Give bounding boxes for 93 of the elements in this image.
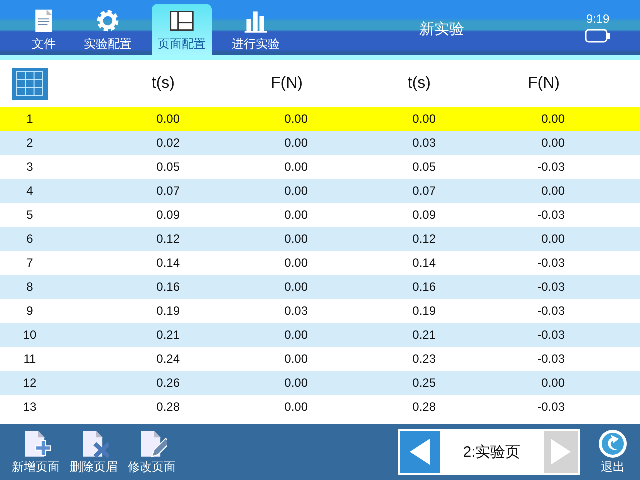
table-cell-text: 0.00 [156,112,181,126]
row-number: 12 [22,376,38,390]
table-cell-text: 0.00 [540,136,566,150]
table-cell-text: 0.26 [156,376,181,390]
table-cell-text: 0.21 [412,328,437,342]
table-cell-text: 0.28 [412,400,437,414]
row-number: 9 [26,304,34,318]
row-number: 1 [26,112,34,126]
table-row[interactable]: 8 0.16 0.00 0.16 -0.03 [0,275,640,299]
table-cell-text: 0.05 [156,160,181,174]
table-cell-text: 0.24 [156,352,181,366]
table-cell-text: 0.16 [156,280,181,294]
column-header: F(N) [527,74,561,92]
tab[interactable]: 页面配置 [152,4,212,55]
tab[interactable]: 进行实验 [226,4,286,55]
table-cell-text: -0.03 [536,256,566,270]
row-number: 2 [26,136,34,150]
table-cell-text: 0.00 [284,352,309,366]
table-row[interactable]: 4 0.07 0.00 0.07 0.00 [0,179,640,203]
table-cell-text: -0.03 [536,160,566,174]
table-cell-text: 0.00 [540,376,566,390]
table-cell-text: 0.00 [540,112,566,126]
table-cell-text: 0.00 [540,184,566,198]
table-cell-text: 0.21 [156,328,181,342]
table-cell-text: 0.00 [284,328,309,342]
table-cell-text: -0.03 [536,208,566,222]
row-number: 8 [26,280,34,294]
table-cell-text: 0.02 [156,136,181,150]
table-cell-text: 0.00 [284,376,309,390]
table-row[interactable]: 2 0.02 0.00 0.03 0.00 [0,131,640,155]
table-cell-text: -0.03 [536,352,566,366]
column-header: t(s) [150,74,176,92]
row-number: 7 [26,256,34,270]
toolbar-button[interactable]: 新增页面 [10,428,62,476]
table-cell-text: 0.00 [412,112,437,126]
table-cell-text: 0.00 [284,136,309,150]
table-cell-text: 0.00 [284,160,309,174]
row-number: 6 [26,232,34,246]
column-header: F(N) [270,74,304,92]
table-cell-text: 0.05 [412,160,437,174]
table-cell-text: -0.03 [536,304,566,318]
table-cell-text: 0.19 [156,304,181,318]
table-cell-text: 0.09 [412,208,437,222]
column-header: t(s) [406,74,432,92]
tab[interactable]: 文件 [24,4,64,55]
table-cell-text: -0.03 [536,280,566,294]
table-cell-text: 0.07 [412,184,437,198]
left-triangle-icon [408,437,432,467]
table-cell-text: 0.00 [284,184,309,198]
table-cell-text: 0.28 [156,400,181,414]
tab[interactable]: 实验配置 [78,4,138,55]
table-cell-text: 0.07 [156,184,181,198]
table-row[interactable]: 6 0.12 0.00 0.12 0.00 [0,227,640,251]
table-cell-text: 0.00 [284,256,309,270]
table-cell-text: 0.14 [156,256,181,270]
layout-icon [168,8,196,34]
table-cell-text: 0.12 [412,232,437,246]
table-row[interactable]: 10 0.21 0.00 0.21 -0.03 [0,323,640,347]
table-grid-icon[interactable] [12,68,48,100]
table-cell-text: 0.19 [412,304,437,318]
table-cell-text: -0.03 [536,328,566,342]
table-cell-text: 0.00 [540,232,566,246]
table-cell-text: 0.00 [284,400,309,414]
page-label: 2:实验页 [463,442,521,462]
clock-time: 9:19 [586,12,610,26]
battery-icon [585,29,611,43]
exit-button[interactable]: 退出 [598,428,628,476]
toolbar-button[interactable]: 删除页眉 [68,428,120,476]
row-number: 5 [26,208,34,222]
table-row[interactable]: 1 0.00 0.00 0.00 0.00 [0,107,640,131]
right-triangle-icon [548,437,573,467]
table-cell-text: 0.00 [284,112,309,126]
table-cell-text: 0.03 [284,304,309,318]
row-number: 13 [22,400,38,414]
table-cell-text: 0.03 [412,136,437,150]
row-number: 3 [26,160,34,174]
table-cell-text: 0.00 [284,208,309,222]
row-number: 10 [22,328,38,342]
table-cell-text: -0.03 [536,400,566,414]
table-cell-text: 0.09 [156,208,181,222]
table-cell-text: 0.00 [284,232,309,246]
table-cell-text: 0.12 [156,232,181,246]
table-cell-text: 0.25 [412,376,437,390]
table-cell-text: 0.23 [412,352,437,366]
row-number: 4 [26,184,34,198]
previous-page-button[interactable] [400,431,440,473]
window-title: 新实验 [418,20,466,40]
table-cell-text: 0.00 [284,280,309,294]
toolbar-button[interactable]: 修改页面 [126,428,178,476]
table-row[interactable]: 12 0.26 0.00 0.25 0.00 [0,371,640,395]
row-number: 11 [22,352,38,366]
table-cell-text: 0.14 [412,256,437,270]
table-cell-text: 0.16 [412,280,437,294]
